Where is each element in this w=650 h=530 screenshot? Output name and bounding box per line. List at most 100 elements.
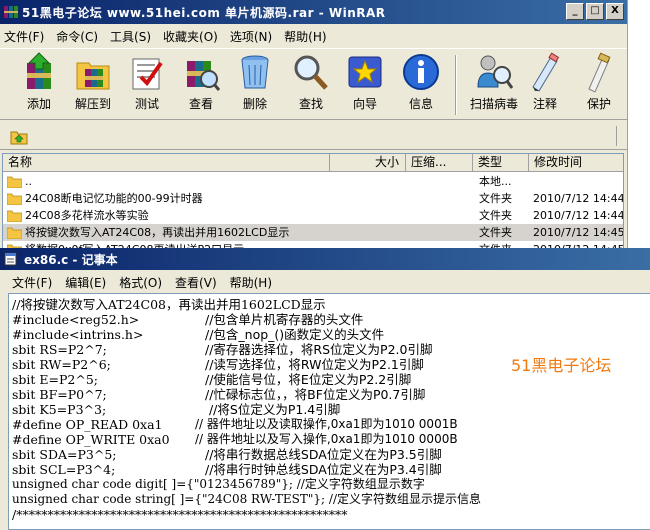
winrar-menubar: 文件(F) 命令(C) 工具(S) 收藏夹(O) 选项(N) 帮助(H) [0, 26, 627, 46]
file-type: 文件夹 [479, 192, 512, 205]
extract-icon [76, 62, 110, 90]
menu-help[interactable]: 帮助(H) [284, 28, 326, 45]
code-comment: //读写选择位，将RW位定义为P2.1引脚 [205, 357, 424, 372]
code-line: /***************************************… [12, 507, 348, 522]
scan-virus-icon [477, 55, 514, 89]
folder-icon [7, 227, 22, 239]
file-modified [533, 173, 623, 190]
np-menu-help[interactable]: 帮助(H) [230, 274, 272, 291]
column-packed[interactable]: 压缩... [406, 154, 473, 172]
folder-icon [7, 176, 22, 188]
menu-file[interactable]: 文件(F) [4, 28, 44, 45]
code-comment: //寄存器选择位，将RS位定义为P2.0引脚 [205, 342, 433, 357]
notepad-app-icon [4, 252, 17, 266]
close-button[interactable]: X [606, 3, 624, 20]
minimize-button[interactable]: _ [566, 3, 584, 20]
code-line: sbit SDA=P3^5; [12, 447, 117, 462]
code-line: #include<intrins.h> [12, 327, 144, 342]
comment-button[interactable]: 注释 [516, 51, 574, 119]
file-name: 24C08多花样流水等实验 [25, 209, 149, 222]
code-line: sbit BF=P0^7; [12, 387, 107, 402]
toolbar-separator [455, 55, 457, 115]
code-comment: //使能信号位，将E位定义为P2.2引脚 [205, 372, 412, 387]
wizard-button[interactable]: 向导 [336, 51, 394, 119]
code-line: #define OP_WRITE 0xa0 [12, 432, 170, 447]
address-bar [0, 122, 627, 150]
file-modified: 2010/7/12 14:44 [533, 209, 624, 222]
delete-button[interactable]: 删除 [226, 51, 284, 119]
file-list: 名称 大小 压缩... 类型 修改时间 .. 本地... 24C08断电记忆功能… [2, 153, 624, 250]
folder-icon [7, 210, 22, 222]
file-type: 文件夹 [479, 226, 512, 239]
code-line: sbit RS=P2^7; [12, 342, 107, 357]
view-icon [187, 61, 221, 91]
file-type: 文件夹 [479, 209, 512, 222]
code-comment: //忙碌标志位，，将BF位定义为P0.7引脚 [205, 387, 426, 402]
view-button[interactable]: 查看 [172, 51, 230, 119]
notepad-title: ex86.c - 记事本 [24, 253, 118, 267]
np-menu-file[interactable]: 文件(F) [12, 274, 52, 291]
code-line: unsigned char code string[ ]={"24C08 RW-… [12, 492, 481, 506]
file-name: .. [25, 175, 32, 188]
notepad-menubar: 文件(F) 编辑(E) 格式(O) 查看(V) 帮助(H) [0, 272, 650, 292]
menu-tools[interactable]: 工具(S) [110, 28, 151, 45]
find-icon [294, 55, 328, 90]
file-name: 将按键次数写入AT24C08，再读出并用1602LCD显示 [25, 226, 290, 239]
file-modified: 2010/7/12 14:45 [533, 226, 624, 239]
add-button[interactable]: 添加 [10, 51, 68, 119]
code-comment: // 器件地址以及写入操作,0xa1即为1010 0000B [195, 432, 458, 446]
notepad-titlebar[interactable]: ex86.c - 记事本 [0, 248, 650, 270]
winrar-titlebar[interactable]: 51黑电子论坛 www.51hei.com 单片机源码.rar - WinRAR… [0, 0, 627, 24]
column-type[interactable]: 类型 [473, 154, 529, 172]
file-type: 本地... [479, 175, 512, 188]
menu-commands[interactable]: 命令(C) [56, 28, 98, 45]
code-comment: //将串行时钟总线SDA位定义在为P3.4引脚 [205, 462, 442, 477]
text-editor[interactable]: //将按键次数写入AT24C08，再读出并用1602LCD显示 #include… [8, 293, 650, 530]
find-button[interactable]: 查找 [282, 51, 340, 119]
code-comment: //将串行数据总线SDA位定义在为P3.5引脚 [205, 447, 442, 462]
code-line: sbit K5=P3^3; [12, 402, 107, 417]
wizard-icon [348, 56, 382, 88]
site-watermark: 51黑电子论坛 [511, 356, 612, 375]
file-row[interactable]: .. 本地... [3, 173, 623, 190]
np-menu-edit[interactable]: 编辑(E) [65, 274, 106, 291]
info-icon [403, 54, 439, 90]
file-modified: 2010/7/12 14:44 [533, 192, 624, 205]
code-comment: //包含单片机寄存器的头文件 [205, 312, 364, 327]
winrar-app-icon [4, 6, 18, 18]
winrar-toolbar: 添加 解压到 测试 查看 删除 查找 向导 信息 扫描病毒 注释 保护 [0, 48, 627, 120]
restore-button[interactable]: □ [586, 3, 604, 20]
info-button[interactable]: 信息 [392, 51, 450, 119]
menu-favorites[interactable]: 收藏夹(O) [163, 28, 218, 45]
code-comment: //包含_nop_()函数定义的头文件 [205, 327, 385, 342]
code-line: //将按键次数写入AT24C08，再读出并用1602LCD显示 [12, 297, 326, 312]
extract-to-button[interactable]: 解压到 [64, 51, 122, 119]
column-size[interactable]: 大小 [330, 154, 406, 172]
np-menu-view[interactable]: 查看(V) [175, 274, 217, 291]
comment-icon [532, 52, 560, 92]
add-icon [27, 52, 51, 89]
folder-icon [7, 193, 22, 205]
code-line: sbit E=P2^5; [12, 372, 99, 387]
test-icon [132, 58, 163, 90]
notepad-window: ex86.c - 记事本 文件(F) 编辑(E) 格式(O) 查看(V) 帮助(… [0, 248, 650, 530]
file-list-header: 名称 大小 压缩... 类型 修改时间 [3, 154, 623, 172]
up-folder-icon[interactable] [10, 127, 28, 145]
code-line: #define OP_READ 0xa1 [12, 417, 163, 432]
column-name[interactable]: 名称 [3, 154, 330, 172]
file-row[interactable]: 24C08断电记忆功能的00-99计时器 文件夹 2010/7/12 14:44 [3, 190, 624, 207]
code-line: #include<reg52.h> [12, 312, 140, 327]
column-modified[interactable]: 修改时间 [529, 154, 623, 172]
file-row[interactable]: 24C08多花样流水等实验 文件夹 2010/7/12 14:44 [3, 207, 624, 224]
menu-options[interactable]: 选项(N) [230, 28, 272, 45]
winrar-window: 51黑电子论坛 www.51hei.com 单片机源码.rar - WinRAR… [0, 0, 628, 250]
protect-button[interactable]: 保护 [570, 51, 627, 119]
file-row-selected[interactable]: 将按键次数写入AT24C08，再读出并用1602LCD显示 文件夹 2010/7… [3, 224, 624, 241]
test-button[interactable]: 测试 [118, 51, 176, 119]
delete-icon [241, 55, 269, 89]
np-menu-format[interactable]: 格式(O) [119, 274, 162, 291]
code-comment: //将S位定义为P1.4引脚 [205, 402, 341, 417]
protect-icon [588, 52, 611, 93]
code-line: sbit RW=P2^6; [12, 357, 111, 372]
code-comment: // 器件地址以及读取操作,0xa1即为1010 0001B [195, 417, 458, 431]
